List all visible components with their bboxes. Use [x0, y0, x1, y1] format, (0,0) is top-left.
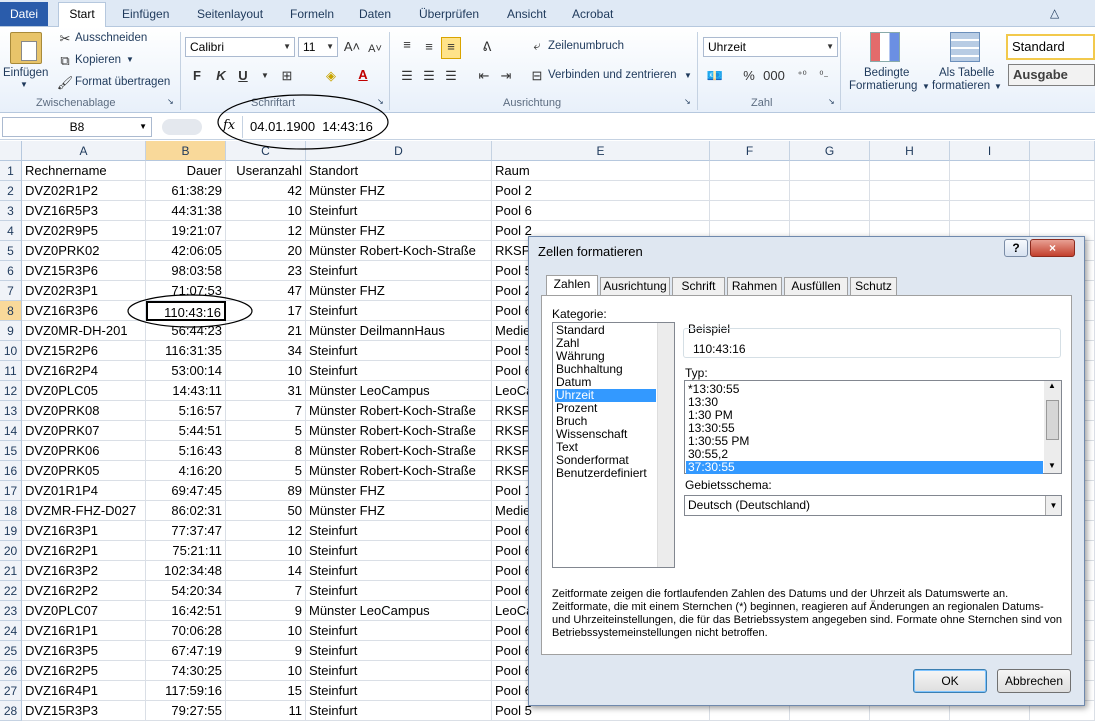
sample-value: 110:43:16 [693, 342, 746, 356]
locale-label: Gebietsschema: [685, 478, 772, 492]
dialog-tab-ausrichtung[interactable]: Ausrichtung [600, 277, 670, 295]
scroll-up-icon[interactable]: ▲ [1048, 381, 1056, 390]
dialog-tab-schrift[interactable]: Schrift [672, 277, 725, 295]
annotation-ellipse-formula [217, 94, 389, 150]
scroll-down-icon[interactable]: ▼ [1048, 461, 1056, 470]
type-item[interactable]: 13:30 [686, 396, 1043, 409]
ok-button[interactable]: OK [913, 669, 987, 693]
annotation-ellipse-cell [127, 294, 253, 328]
dialog-close-button[interactable]: × [1030, 239, 1075, 257]
category-scrollbar[interactable] [657, 323, 674, 567]
cancel-button[interactable]: Abbrechen [997, 669, 1071, 693]
type-item[interactable]: 1:30 PM [686, 409, 1043, 422]
type-item[interactable]: *13:30:55 [686, 383, 1043, 396]
description-text: Zeitformate zeigen die fortlaufenden Zah… [552, 588, 1062, 639]
type-item[interactable]: 1:30:55 PM [686, 435, 1043, 448]
type-item[interactable]: 37:30:55 [686, 461, 1043, 474]
dialog-title: Zellen formatieren [538, 244, 643, 259]
category-label: Kategorie: [552, 307, 607, 321]
dialog-tab-schutz[interactable]: Schutz [850, 277, 897, 295]
category-item[interactable]: Benutzerdefiniert [555, 467, 656, 480]
dialog-tab-rahmen[interactable]: Rahmen [727, 277, 782, 295]
type-item[interactable]: 30:55,2 [686, 448, 1043, 461]
dialog-help-button[interactable]: ? [1004, 239, 1028, 257]
type-scrollbar-thumb[interactable] [1046, 400, 1059, 440]
type-label: Typ: [685, 366, 708, 380]
locale-select[interactable]: Deutsch (Deutschland) ▼ [684, 495, 1062, 516]
dialog-tab-zahlen[interactable]: Zahlen [546, 275, 598, 295]
dialog-tab-ausfuellen[interactable]: Ausfüllen [784, 277, 848, 295]
chevron-down-icon: ▼ [1045, 496, 1061, 515]
